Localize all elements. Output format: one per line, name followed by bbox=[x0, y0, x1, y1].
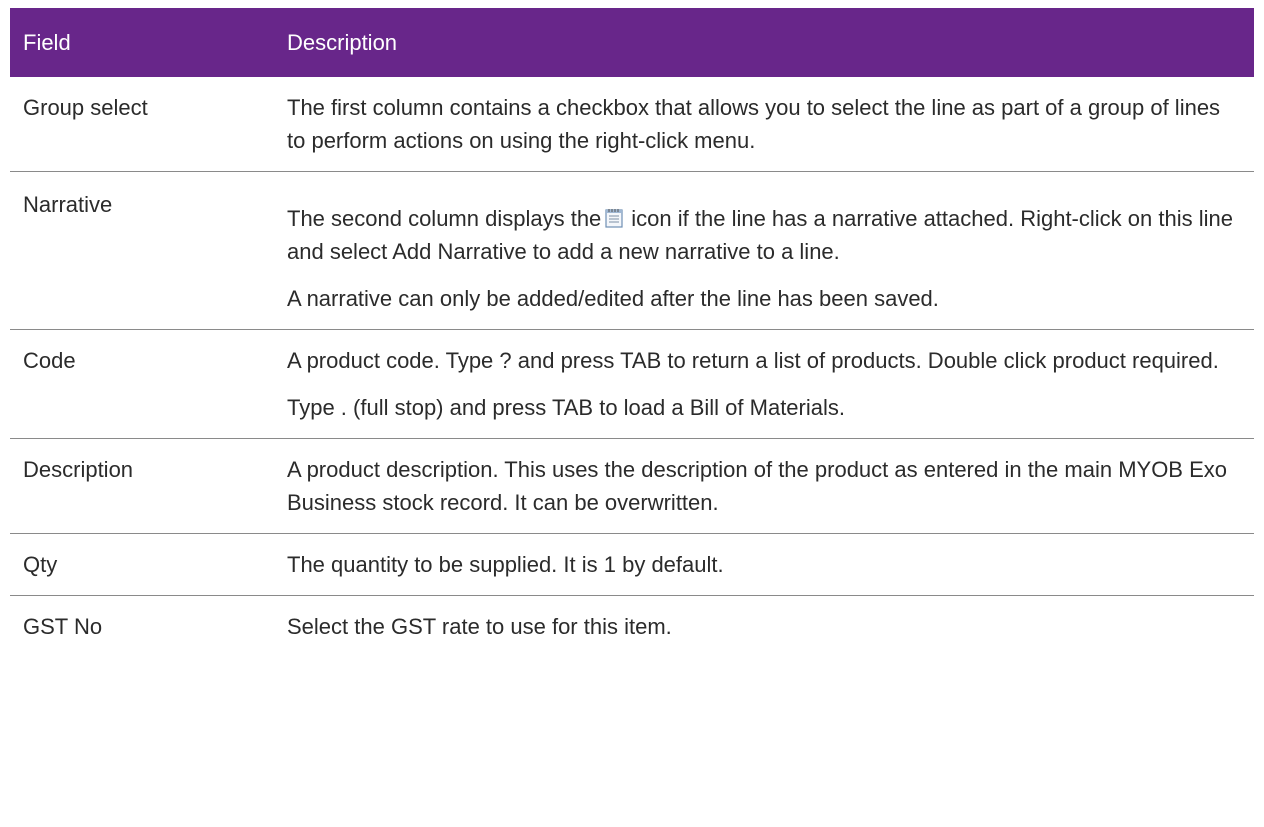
header-description: Description bbox=[287, 29, 398, 55]
narrative-note-icon bbox=[605, 204, 623, 228]
field-description: The quantity to be supplied. It is 1 by … bbox=[287, 533, 1254, 596]
description-paragraph: The first column contains a checkbox tha… bbox=[287, 95, 1221, 153]
field-description: Select the GST rate to use for this item… bbox=[287, 596, 1254, 658]
header-field: Field bbox=[23, 29, 71, 55]
description-paragraph: A product code. Type ? and press TAB to … bbox=[287, 348, 1219, 373]
field-description: The first column contains a checkbox tha… bbox=[287, 77, 1254, 172]
field-name: Code bbox=[10, 329, 287, 439]
table-header-row: Field Description bbox=[10, 8, 1254, 77]
field-name: GST No bbox=[23, 614, 103, 639]
description-paragraph: A product description. This uses the des… bbox=[287, 457, 1227, 515]
description-paragraph: A narrative can only be added/edited aft… bbox=[287, 286, 939, 311]
field-description-table: Field Description Group select The first… bbox=[10, 8, 1254, 657]
field-description: A product description. This uses the des… bbox=[287, 438, 1254, 534]
description-paragraph: The quantity to be supplied. It is 1 by … bbox=[287, 552, 724, 577]
field-description: The second column displays the icon if t… bbox=[287, 171, 1254, 330]
description-text: The second column displays the bbox=[287, 206, 602, 231]
table-row: Code A product code. Type ? and press TA… bbox=[10, 329, 1254, 439]
table-row: GST No Select the GST rate to use for th… bbox=[10, 596, 1254, 658]
description-paragraph: Type . (full stop) and press TAB to load… bbox=[287, 395, 845, 420]
description-paragraph: Select the GST rate to use for this item… bbox=[287, 614, 672, 639]
table-row: Group select The first column contains a… bbox=[10, 77, 1254, 172]
field-name: Qty bbox=[10, 533, 287, 596]
field-name: Description bbox=[10, 438, 287, 534]
description-paragraph: The second column displays the icon if t… bbox=[287, 202, 1234, 268]
table-row: Narrative The second column displays the bbox=[10, 171, 1254, 330]
field-name: Narrative bbox=[10, 171, 287, 330]
field-name: Group select bbox=[10, 77, 287, 172]
table-row: Description A product description. This … bbox=[10, 438, 1254, 534]
table-row: Qty The quantity to be supplied. It is 1… bbox=[10, 533, 1254, 596]
field-description: A product code. Type ? and press TAB to … bbox=[287, 329, 1254, 439]
